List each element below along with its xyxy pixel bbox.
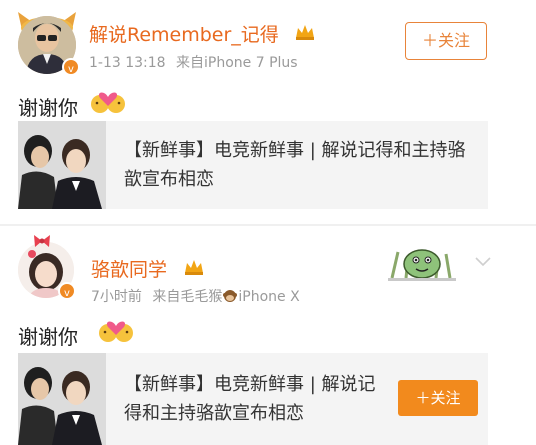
bow-icon <box>34 235 50 247</box>
post1-link-card[interactable]: 【新鲜事】电竞新鲜事 | 解说记得和主持骆歆宣布相恋 <box>18 121 488 209</box>
card1-thumbnail <box>18 121 106 209</box>
svg-text:v: v <box>64 288 70 299</box>
post-2: v 骆歆同学 7小时前 来自毛毛猴 iPhone X 谢谢你 【新鲜事】电竞新鲜… <box>0 226 536 445</box>
dinosaur-sticker-icon <box>388 249 456 281</box>
post1-text: 谢谢你 <box>18 96 78 120</box>
post-1: v 解说Remember_记得 1-13 13:18 来自iPhone 7 Pl… <box>0 0 536 225</box>
verified-badge-icon: v <box>58 282 76 300</box>
chevron-down-icon[interactable] <box>474 256 492 268</box>
two-people-thumbnail-icon <box>18 121 106 209</box>
post2-text: 谢谢你 <box>18 325 78 349</box>
post2-username[interactable]: 骆歆同学 <box>91 255 167 282</box>
card1-title: 【新鲜事】电竞新鲜事 | 解说记得和主持骆歆宣布相恋 <box>124 140 466 190</box>
card2-thumbnail <box>18 353 106 445</box>
post2-link-card[interactable]: 【新鲜事】电竞新鲜事 | 解说记得和主持骆歆宣布相恋 ＋关注 <box>18 353 488 445</box>
card2-title: 【新鲜事】电竞新鲜事 | 解说记得和主持骆歆宣布相恋 <box>124 374 376 424</box>
post2-time: 7小时前 <box>91 289 142 305</box>
post1-avatar-wrap[interactable]: v <box>14 8 80 76</box>
post1-time: 1-13 13:18 <box>89 55 166 71</box>
post1-meta: 1-13 13:18 来自iPhone 7 Plus <box>89 52 298 72</box>
kiss-emoji-icon <box>91 92 125 113</box>
kiss-emoji-icon <box>99 321 133 342</box>
member-crown-icon <box>185 260 203 275</box>
post1-username[interactable]: 解说Remember_记得 <box>89 20 279 47</box>
follow-button-outline[interactable]: ＋关注 <box>405 22 487 60</box>
two-people-thumbnail-icon <box>18 353 106 445</box>
post1-source[interactable]: 来自iPhone 7 Plus <box>176 55 298 71</box>
monkey-icon <box>223 290 238 302</box>
post2-meta: 7小时前 来自毛毛猴 iPhone X <box>91 286 300 306</box>
member-crown-icon <box>296 25 314 40</box>
post2-source-suffix[interactable]: iPhone X <box>238 289 299 305</box>
post2-source-prefix[interactable]: 来自毛毛猴 <box>152 289 222 305</box>
svg-text:v: v <box>68 64 74 75</box>
post2-avatar-wrap[interactable]: v <box>18 235 78 300</box>
verified-badge-icon: v <box>62 58 80 76</box>
follow-button-filled[interactable]: ＋关注 <box>398 380 478 416</box>
